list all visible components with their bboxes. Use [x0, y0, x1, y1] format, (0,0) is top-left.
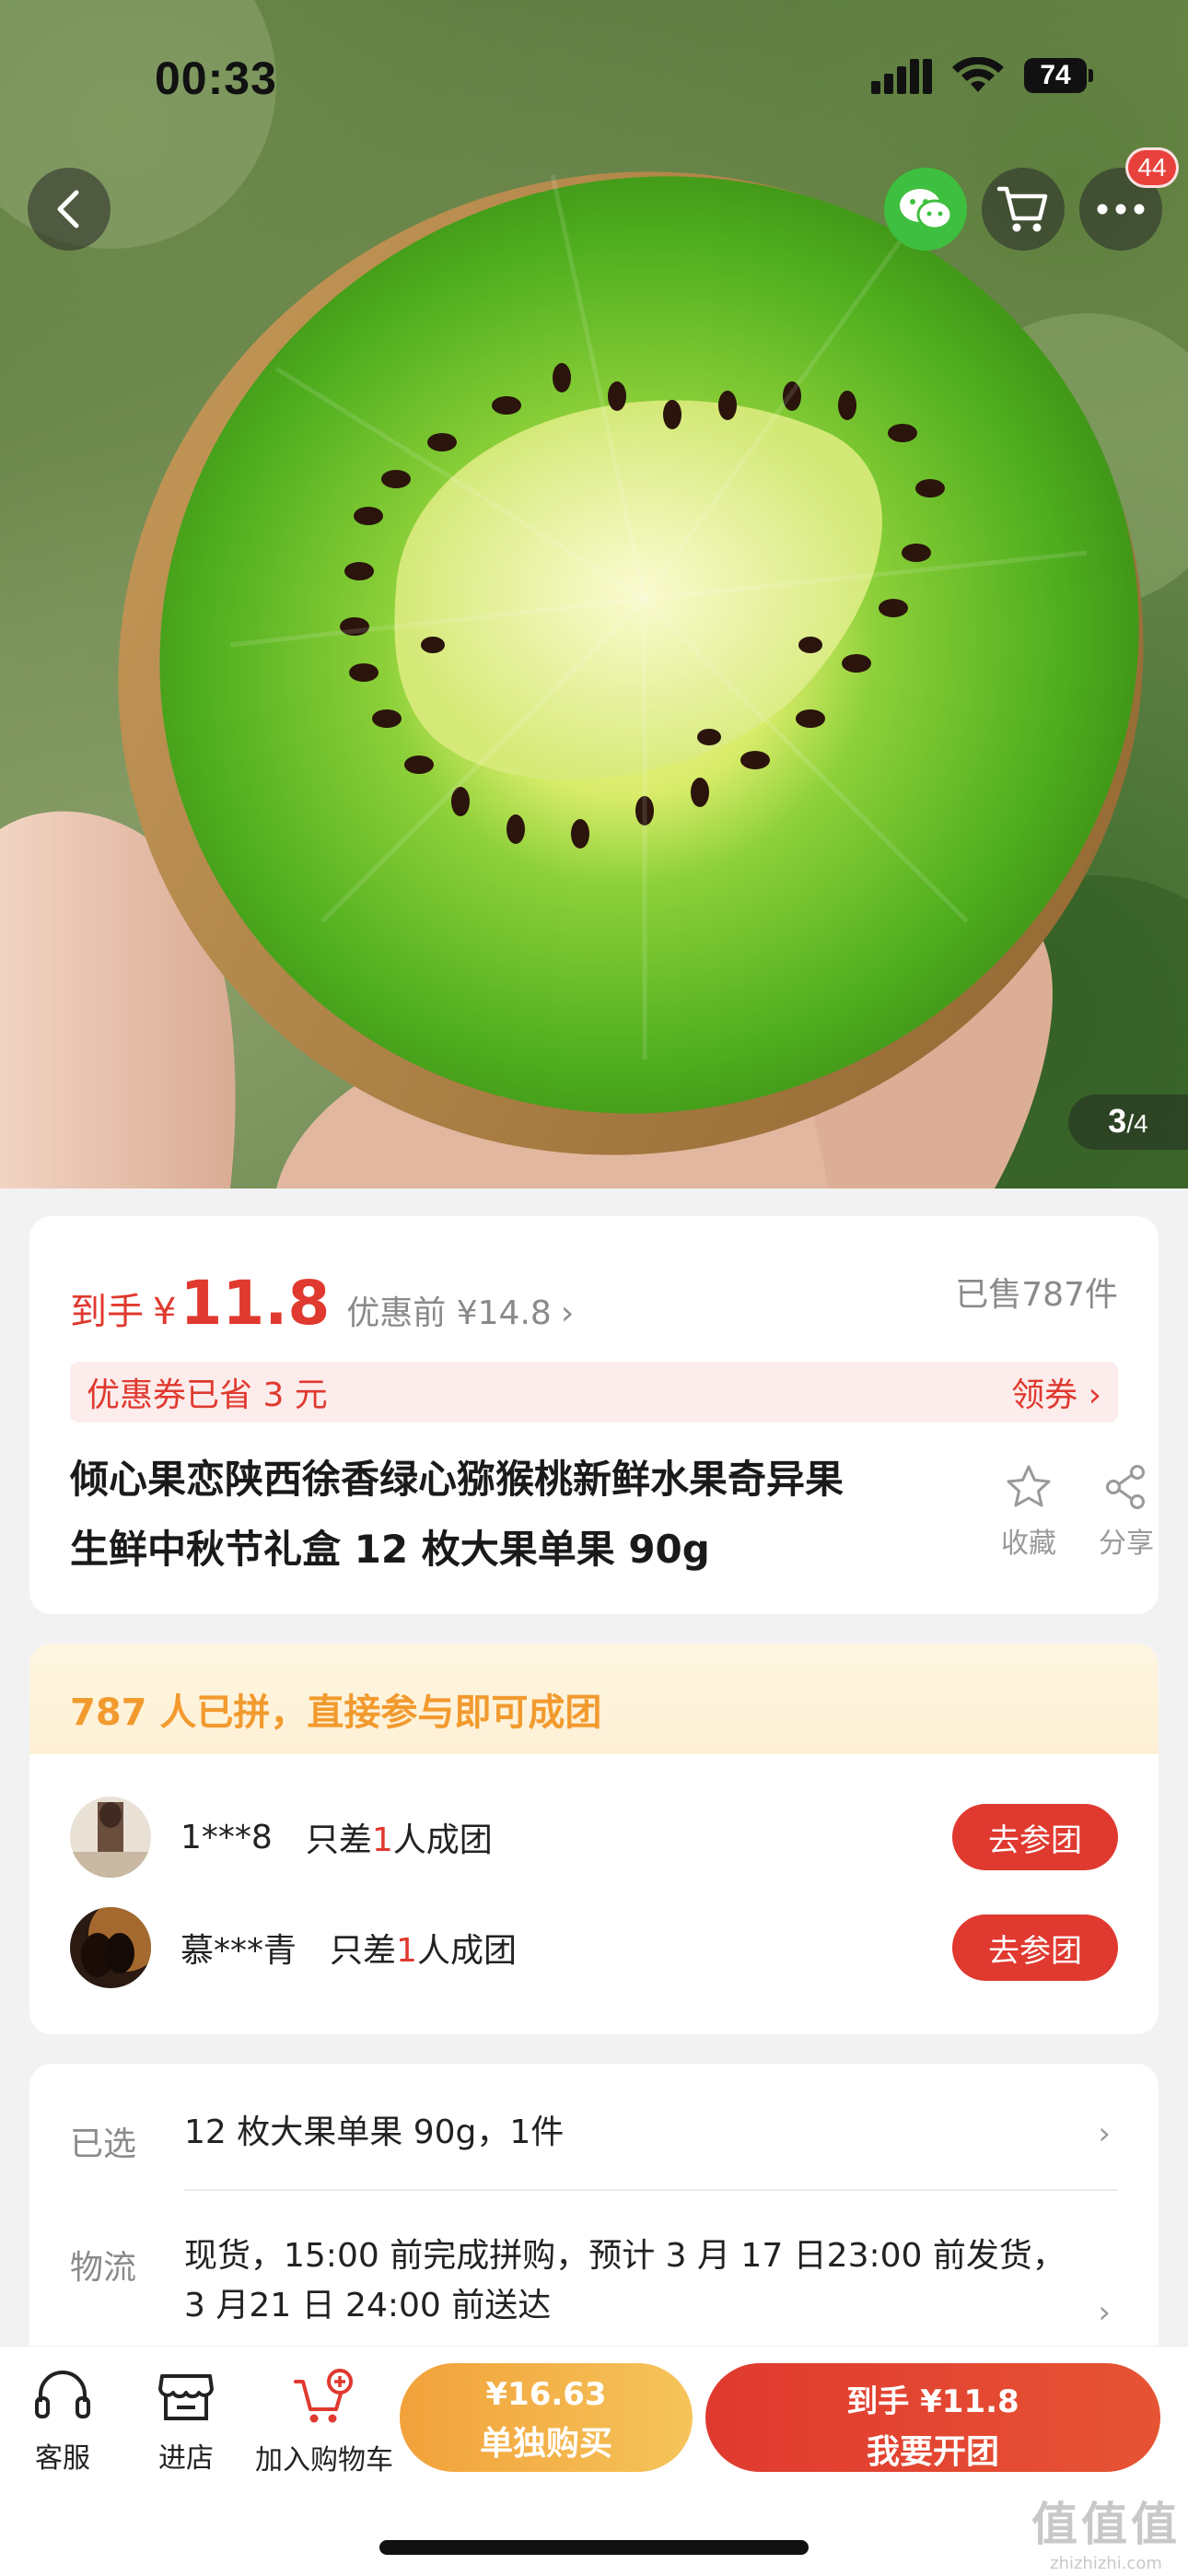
group-buy-list: 1***8 只差1人成团 去参团 慕***青 只差1人成团 去参团: [29, 1754, 1159, 2034]
product-title-line-1: 倾心果恋陕西徐香绿心猕猴桃新鲜水果奇异果: [70, 1457, 844, 1502]
image-counter-total: 4: [1134, 1109, 1148, 1138]
status-bar: 00:33 74: [0, 0, 1188, 147]
group-need-count: 1: [396, 1932, 417, 1970]
price-row: 到手 ¥ 11.8 优惠前 ¥14.8 ›: [70, 1268, 574, 1339]
product-title-line-2: 生鲜中秋节礼盒 12 枚大果单果 90g: [70, 1527, 710, 1572]
start-group-label: 我要开团: [866, 2433, 999, 2471]
share-button[interactable]: 分享: [1085, 1463, 1168, 1561]
add-to-cart-label: 加入购物车: [255, 2444, 393, 2476]
more-dots-icon: [1097, 204, 1145, 215]
wechat-share-button[interactable]: [884, 168, 967, 251]
status-time: 00:33: [155, 53, 277, 104]
group-need-text: 只差1人成团: [305, 1821, 493, 1859]
price-label: 到手: [70, 1291, 144, 1333]
join-group-button[interactable]: 去参团: [952, 1804, 1118, 1870]
store-icon: [158, 2374, 214, 2420]
home-indicator[interactable]: [379, 2540, 809, 2555]
customer-service-label: 客服: [35, 2442, 90, 2475]
sold-count: 已售787件: [955, 1276, 1118, 1314]
join-group-button[interactable]: 去参团: [952, 1914, 1118, 1981]
group-buy-card: 787 人已拼，直接参与即可成团 1***8 只差1人成团 去参团 慕***青 …: [29, 1644, 1159, 2034]
battery-indicator: 74: [1024, 58, 1093, 93]
selected-spec-row[interactable]: 已选 12 枚大果单果 90g，1件 ›: [70, 2106, 1118, 2180]
watermark: 值值值 zhizhizhi.com: [1031, 2498, 1181, 2573]
price-currency: ¥: [153, 1291, 177, 1333]
price-before-discount[interactable]: 优惠前 ¥14.8: [346, 1286, 552, 1334]
store-button[interactable]: 进店: [149, 2369, 223, 2476]
share-label: 分享: [1099, 1528, 1154, 1560]
group-price: 到手 ¥11.8: [846, 2383, 1019, 2420]
back-button[interactable]: [28, 168, 111, 251]
chevron-right-icon: ›: [1098, 2115, 1111, 2152]
favorite-label: 收藏: [1001, 1528, 1056, 1560]
add-cart-icon: [294, 2369, 353, 2423]
single-price: ¥16.63: [485, 2376, 607, 2413]
star-icon: [1007, 1465, 1051, 1507]
buy-single-button[interactable]: ¥16.63 单独购买: [400, 2363, 693, 2472]
logistics-label: 物流: [70, 2249, 137, 2287]
logistics-row[interactable]: 物流 现货，15:00 前完成拼购，预计 3 月 17 日23:00 前发货，3…: [70, 2230, 1118, 2349]
selected-label: 已选: [70, 2125, 137, 2163]
wechat-icon: [900, 189, 953, 230]
single-buy-label: 单独购买: [479, 2425, 612, 2463]
store-label: 进店: [158, 2442, 214, 2475]
add-to-cart-button[interactable]: 加入购物车: [250, 2369, 398, 2477]
group-need-count: 1: [371, 1821, 393, 1859]
price-card: 到手 ¥ 11.8 优惠前 ¥14.8 › 已售787件 优惠券已省 3 元 领…: [29, 1216, 1159, 1614]
coupon-bar[interactable]: 优惠券已省 3 元 领券 ›: [70, 1362, 1118, 1423]
selected-value: 12 枚大果单果 90g，1件: [184, 2113, 565, 2151]
group-row: 1***8 只差1人成团 去参团: [70, 1795, 1118, 1879]
customer-service-button[interactable]: 客服: [26, 2369, 99, 2476]
product-title: 倾心果恋陕西徐香绿心猕猴桃新鲜水果奇异果 生鲜中秋节礼盒 12 枚大果单果 90…: [70, 1445, 973, 1585]
group-buy-header-text: 787 人已拼，直接参与即可成团: [70, 1692, 602, 1734]
chevron-left-icon: [57, 190, 79, 228]
image-counter-separator: /: [1126, 1109, 1135, 1138]
coupon-text: 优惠券已省 3 元: [87, 1376, 328, 1414]
divider: [184, 2189, 1118, 2191]
share-icon: [1106, 1465, 1145, 1509]
image-counter-current: 3: [1108, 1102, 1127, 1140]
product-image[interactable]: 00:33 74 44 3 / 4: [0, 0, 1188, 1188]
group-user-name: 慕***青: [181, 1932, 297, 1970]
cart-icon: [996, 186, 1048, 232]
message-count-badge: 44: [1125, 147, 1179, 188]
group-row: 慕***青 只差1人成团 去参团: [70, 1905, 1118, 1990]
start-group-button[interactable]: 到手 ¥11.8 我要开团: [705, 2363, 1160, 2472]
logistics-value: 现货，15:00 前完成拼购，预计 3 月 17 日23:00 前发货，3 月2…: [184, 2237, 1066, 2324]
claim-coupon-button[interactable]: 领券 ›: [1011, 1368, 1101, 1416]
chevron-right-icon[interactable]: ›: [561, 1294, 574, 1332]
cart-button[interactable]: [982, 168, 1065, 251]
favorite-button[interactable]: 收藏: [987, 1463, 1070, 1561]
avatar: [70, 1797, 151, 1878]
group-need-text: 只差1人成团: [330, 1932, 517, 1970]
status-icons: 74: [871, 57, 1093, 94]
group-buy-header: 787 人已拼，直接参与即可成团: [29, 1644, 1159, 1754]
headset-icon: [35, 2371, 90, 2418]
image-counter: 3 / 4: [1068, 1095, 1188, 1150]
signal-icon: [871, 59, 932, 94]
chevron-right-icon: ›: [1098, 2294, 1111, 2331]
group-user-name: 1***8: [181, 1818, 273, 1856]
wifi-icon: [952, 57, 1004, 92]
price-value: 11.8: [180, 1268, 331, 1339]
avatar: [70, 1907, 151, 1988]
